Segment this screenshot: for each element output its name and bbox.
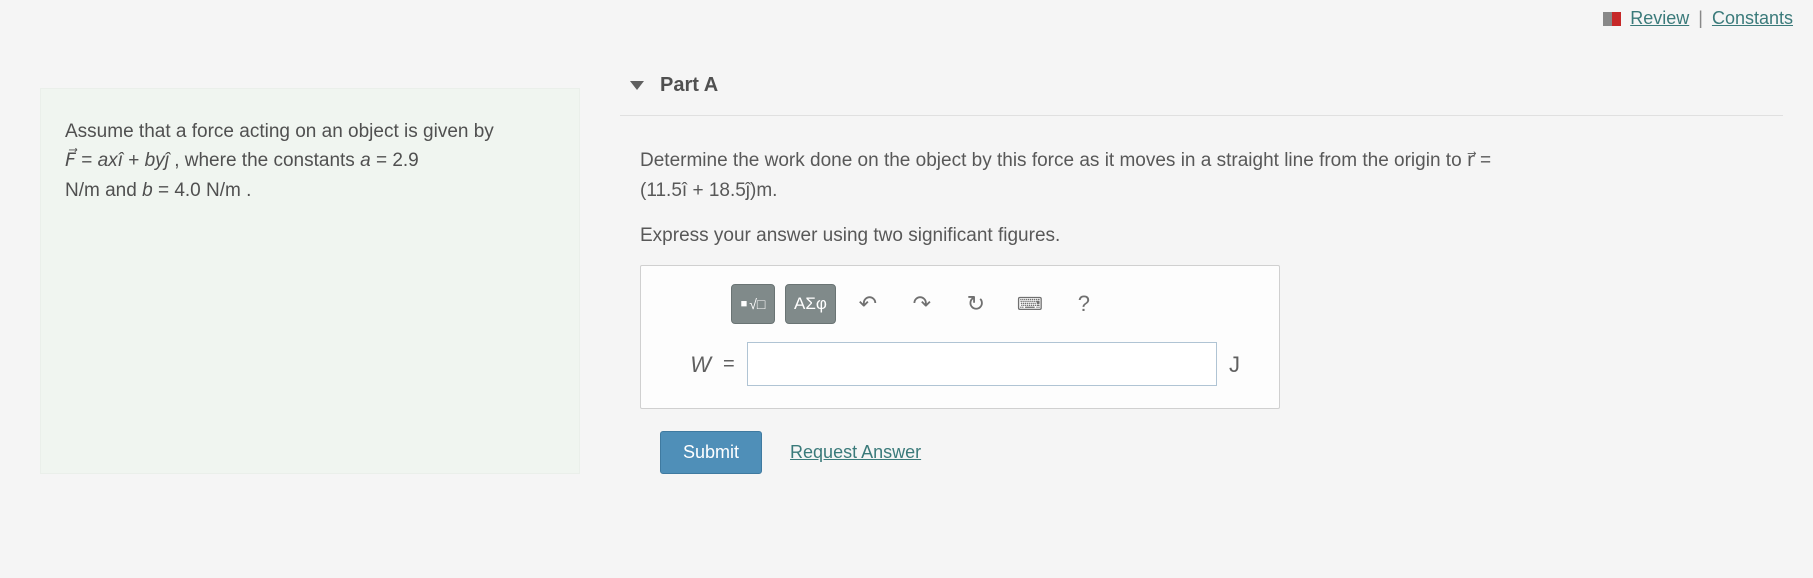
problem-statement: Assume that a force acting on an object … — [40, 88, 580, 474]
collapse-caret-icon[interactable] — [630, 81, 644, 90]
redo-button[interactable]: ↷ — [900, 284, 944, 324]
answer-unit: J — [1229, 347, 1259, 382]
equation-toolbar: ■ √□ ΑΣφ ↶ ↷ ↻ ⌨ ? — [661, 284, 1259, 324]
undo-button[interactable]: ↶ — [846, 284, 890, 324]
constants-link[interactable]: Constants — [1712, 8, 1793, 28]
equals-sign: = — [723, 348, 735, 380]
greek-button[interactable]: ΑΣφ — [785, 284, 836, 324]
flag-icon — [1603, 12, 1621, 26]
answer-box: ■ √□ ΑΣφ ↶ ↷ ↻ ⌨ ? W = J — [640, 265, 1280, 409]
answer-variable: W — [661, 347, 711, 382]
keyboard-button[interactable]: ⌨ — [1008, 284, 1052, 324]
question-text: Determine the work done on the object by… — [640, 146, 1783, 207]
part-header[interactable]: Part A — [620, 60, 1783, 116]
templates-button[interactable]: ■ √□ — [731, 284, 775, 324]
request-answer-link[interactable]: Request Answer — [790, 438, 921, 467]
reset-button[interactable]: ↻ — [954, 284, 998, 324]
help-button[interactable]: ? — [1062, 284, 1106, 324]
review-link[interactable]: Review — [1630, 8, 1689, 28]
submit-button[interactable]: Submit — [660, 431, 762, 474]
separator: | — [1698, 8, 1703, 28]
answer-input[interactable] — [747, 342, 1217, 386]
instruction-text: Express your answer using two significan… — [640, 221, 1783, 251]
part-label: Part A — [660, 74, 718, 97]
problem-text-1: Assume that a force acting on an object … — [65, 121, 494, 142]
